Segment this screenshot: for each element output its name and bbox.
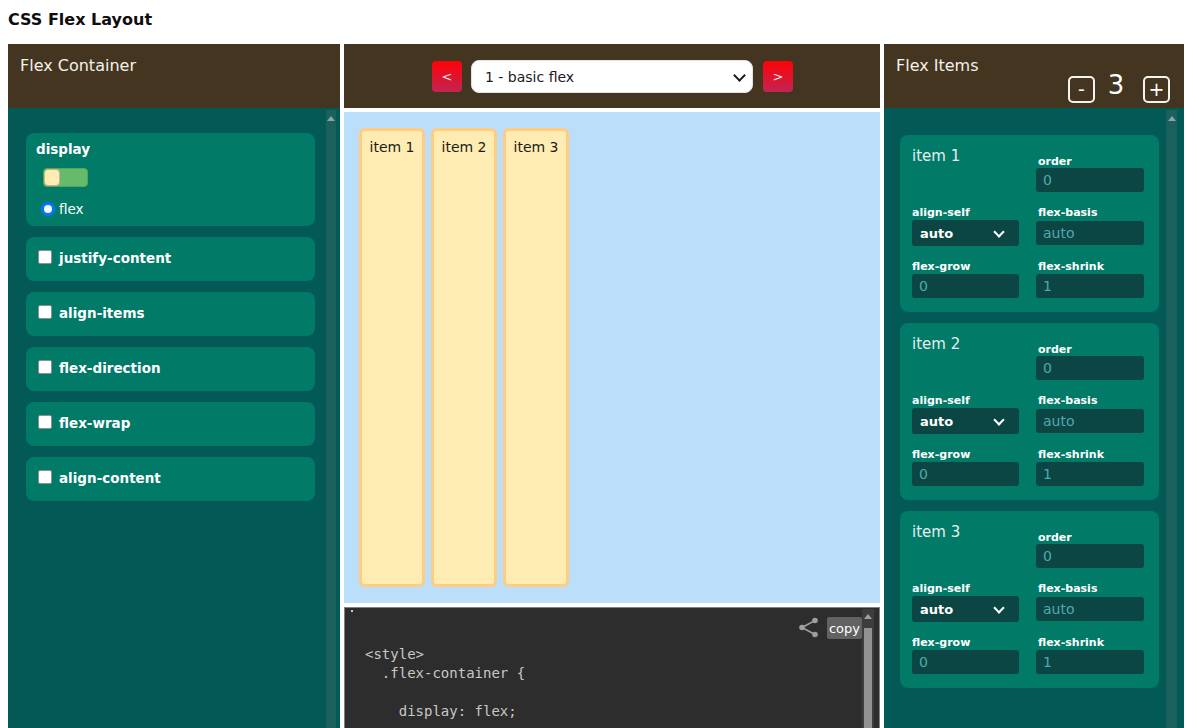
flex-basis-label: flex-basis bbox=[1038, 206, 1097, 219]
right-panel-scrollbar[interactable] bbox=[1166, 110, 1177, 728]
code-block: <style> .flex-container { display: flex; bbox=[365, 645, 525, 721]
display-card: display flex bbox=[26, 133, 315, 226]
flex-container-preview: item 1 item 2 item 3 bbox=[344, 112, 880, 603]
item-count: 3 bbox=[1096, 70, 1136, 100]
order-label: order bbox=[1038, 155, 1072, 168]
code-scrollbar-thumb[interactable] bbox=[864, 628, 872, 728]
item-1-name: item 1 bbox=[912, 147, 960, 165]
add-item-button[interactable]: + bbox=[1143, 76, 1170, 103]
align-items-label: align-items bbox=[59, 305, 145, 321]
code-scrollbar[interactable] bbox=[862, 609, 874, 728]
flex-direction-card: flex-direction bbox=[26, 347, 315, 391]
flex-direction-label: flex-direction bbox=[59, 360, 161, 376]
flex-items-panel-title: Flex Items bbox=[896, 56, 979, 75]
align-self-label: align-self bbox=[912, 582, 970, 595]
align-content-label: align-content bbox=[59, 470, 161, 486]
align-self-label: align-self bbox=[912, 394, 970, 407]
item-3-align-self-select[interactable]: auto bbox=[912, 596, 1019, 622]
item-1-flex-shrink-input[interactable] bbox=[1036, 274, 1144, 298]
item-2-flex-shrink-input[interactable] bbox=[1036, 462, 1144, 486]
flex-grow-label: flex-grow bbox=[912, 260, 970, 273]
copy-button[interactable]: copy bbox=[827, 617, 862, 639]
item-2-flex-grow-input[interactable] bbox=[912, 462, 1019, 486]
flex-basis-label: flex-basis bbox=[1038, 394, 1097, 407]
page: CSS Flex Layout Flex Container display f… bbox=[0, 0, 1199, 728]
flex-container-panel-title: Flex Container bbox=[20, 56, 136, 75]
code-panel: <style> .flex-container { display: flex;… bbox=[344, 607, 880, 728]
scroll-up-icon[interactable] bbox=[327, 116, 335, 121]
align-content-card: align-content bbox=[26, 457, 315, 501]
flex-basis-label: flex-basis bbox=[1038, 582, 1097, 595]
code-cursor-dot bbox=[351, 610, 353, 612]
item-3-name: item 3 bbox=[912, 523, 960, 541]
item-1-align-self-select[interactable]: auto bbox=[912, 220, 1019, 246]
flex-direction-checkbox[interactable] bbox=[38, 360, 52, 374]
left-panel-scrollbar[interactable] bbox=[326, 110, 336, 728]
code-line bbox=[365, 683, 525, 702]
flex-wrap-checkbox[interactable] bbox=[38, 415, 52, 429]
align-self-label: align-self bbox=[912, 206, 970, 219]
justify-content-checkbox[interactable] bbox=[38, 250, 52, 264]
flex-container-panel-header: Flex Container bbox=[8, 44, 340, 108]
align-items-checkbox[interactable] bbox=[38, 305, 52, 319]
item-3-flex-grow-input[interactable] bbox=[912, 650, 1019, 674]
item-3-flex-basis-input[interactable] bbox=[1036, 597, 1144, 621]
prev-example-button[interactable]: < bbox=[432, 61, 462, 92]
page-title: CSS Flex Layout bbox=[8, 10, 152, 29]
align-content-checkbox[interactable] bbox=[38, 470, 52, 484]
display-toggle[interactable] bbox=[43, 168, 88, 187]
scroll-up-icon[interactable] bbox=[1168, 116, 1176, 121]
flex-wrap-label: flex-wrap bbox=[59, 415, 130, 431]
item-2-order-input[interactable] bbox=[1036, 356, 1144, 380]
align-items-card: align-items bbox=[26, 292, 315, 336]
order-label: order bbox=[1038, 343, 1072, 356]
next-example-button[interactable]: > bbox=[763, 61, 793, 92]
item-1-flex-grow-input[interactable] bbox=[912, 274, 1019, 298]
flex-container-panel: Flex Container display flex justify-cont… bbox=[8, 44, 340, 728]
item-1-flex-basis-input[interactable] bbox=[1036, 221, 1144, 245]
flex-grow-label: flex-grow bbox=[912, 448, 970, 461]
item-3-order-input[interactable] bbox=[1036, 544, 1144, 568]
flex-item-3: item 3 bbox=[503, 128, 569, 587]
code-scroll-up-icon[interactable] bbox=[864, 614, 872, 619]
flex-grow-label: flex-grow bbox=[912, 636, 970, 649]
justify-content-card: justify-content bbox=[26, 237, 315, 281]
flex-shrink-label: flex-shrink bbox=[1038, 260, 1104, 273]
code-line: .flex-container { bbox=[365, 664, 525, 683]
item-2-align-self-select[interactable]: auto bbox=[912, 408, 1019, 434]
share-icon[interactable] bbox=[796, 616, 821, 639]
example-select[interactable]: 1 - basic flex bbox=[471, 60, 753, 93]
flex-shrink-label: flex-shrink bbox=[1038, 448, 1104, 461]
item-1-order-input[interactable] bbox=[1036, 168, 1144, 192]
item-3-flex-shrink-input[interactable] bbox=[1036, 650, 1144, 674]
display-toggle-knob bbox=[44, 169, 60, 186]
order-label: order bbox=[1038, 531, 1072, 544]
item-1-card: item 1 order align-self flex-basis auto … bbox=[900, 135, 1159, 312]
display-label: display bbox=[36, 141, 90, 157]
code-line: display: flex; bbox=[365, 702, 525, 721]
preview-header: < 1 - basic flex > bbox=[344, 44, 880, 108]
flex-shrink-label: flex-shrink bbox=[1038, 636, 1104, 649]
flex-wrap-card: flex-wrap bbox=[26, 402, 315, 446]
code-line: <style> bbox=[365, 645, 525, 664]
item-3-card: item 3 order align-self flex-basis auto … bbox=[900, 511, 1159, 688]
flex-items-panel: Flex Items - 3 + item 1 order align-self… bbox=[884, 44, 1184, 728]
justify-content-label: justify-content bbox=[59, 250, 171, 266]
flex-items-panel-header: Flex Items - 3 + bbox=[884, 44, 1184, 108]
remove-item-button[interactable]: - bbox=[1068, 76, 1095, 103]
item-2-flex-basis-input[interactable] bbox=[1036, 409, 1144, 433]
item-2-card: item 2 order align-self flex-basis auto … bbox=[900, 323, 1159, 500]
flex-radio-label: flex bbox=[59, 201, 84, 217]
item-2-name: item 2 bbox=[912, 335, 960, 353]
flex-item-1: item 1 bbox=[359, 128, 425, 587]
flex-item-2: item 2 bbox=[431, 128, 497, 587]
flex-radio[interactable] bbox=[41, 202, 55, 216]
